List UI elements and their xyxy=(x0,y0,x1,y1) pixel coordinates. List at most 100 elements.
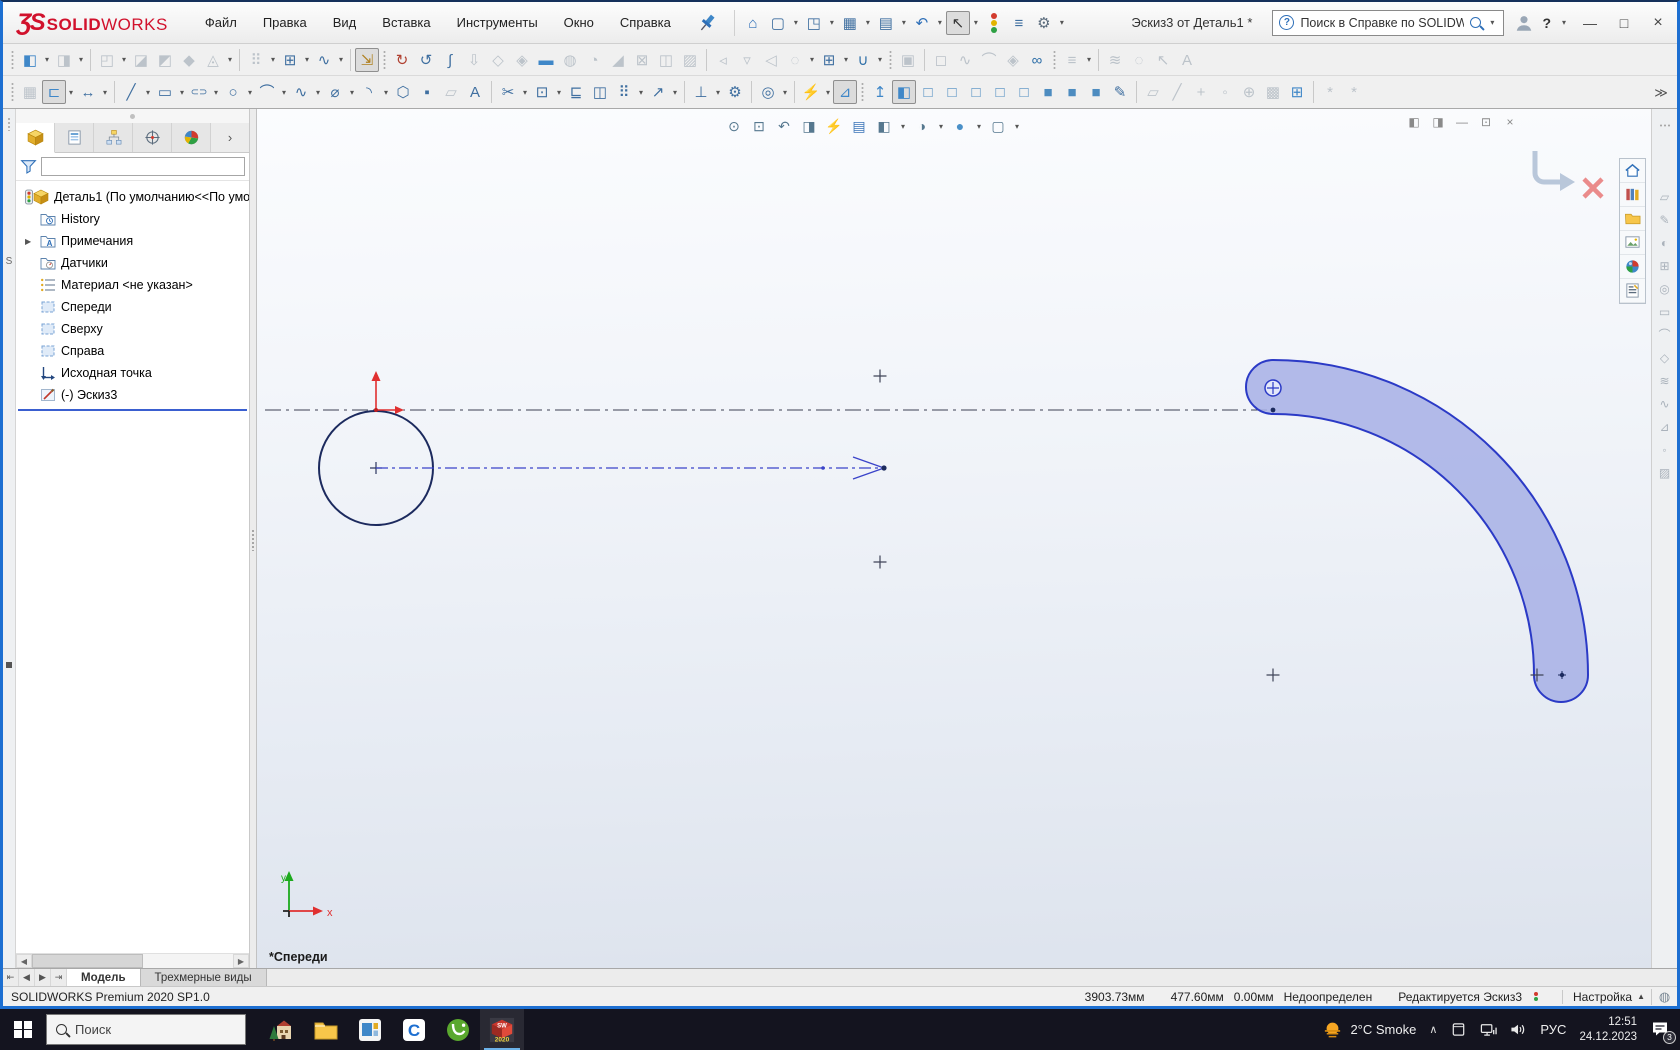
shaded-plane-icon[interactable]: ▬ xyxy=(534,48,558,72)
dimxpertmanager-tab[interactable] xyxy=(133,123,172,152)
print-icon[interactable]: ▤ xyxy=(874,11,898,35)
docked-tool-7-icon[interactable]: ⌒ xyxy=(1655,324,1675,344)
circle-dropdown-icon[interactable]: ▾ xyxy=(245,88,255,97)
view-tool-6-icon[interactable]: ⊠ xyxy=(630,48,654,72)
display-style-icon[interactable]: ◧ xyxy=(873,115,895,137)
pane-left-icon[interactable]: ◧ xyxy=(1405,113,1423,131)
reference-geometry-icon[interactable]: ⊞ xyxy=(278,48,302,72)
ink-select-icon[interactable]: ↖ xyxy=(1151,48,1175,72)
tray-expand-icon[interactable]: ∧ xyxy=(1429,1023,1437,1036)
help-dropdown-icon[interactable]: ▾ xyxy=(1559,18,1569,27)
display-relations-dropdown-icon[interactable]: ▾ xyxy=(713,88,723,97)
point-icon[interactable]: ▪ xyxy=(415,80,439,104)
convert-entities-dropdown-icon[interactable]: ▾ xyxy=(554,88,564,97)
scrollbar-track[interactable] xyxy=(32,954,233,968)
edit-component-icon[interactable]: ◧ xyxy=(18,48,42,72)
hide-show-items-dropdown-icon[interactable]: ▾ xyxy=(936,122,946,131)
offset-entities-icon[interactable]: ⊑ xyxy=(564,80,588,104)
sketch-grid-icon[interactable]: ▦ xyxy=(18,80,42,104)
ink-text-icon[interactable]: A xyxy=(1175,48,1199,72)
view-tool-2-icon[interactable]: ◈ xyxy=(510,48,534,72)
docked-tool-5-icon[interactable]: ◎ xyxy=(1655,278,1675,298)
polygon-icon[interactable]: ⬡ xyxy=(391,80,415,104)
toolbar-grip[interactable] xyxy=(10,81,15,103)
propertymanager-tab[interactable] xyxy=(55,123,94,152)
weather-widget[interactable]: 2°C Smoke xyxy=(1322,1019,1416,1040)
rotate-view-icon[interactable]: ↻ xyxy=(390,48,414,72)
boundary-boss-dropdown-icon[interactable]: ▾ xyxy=(225,55,235,64)
view-tool-7-icon[interactable]: ◫ xyxy=(654,48,678,72)
toolbar-grip[interactable] xyxy=(860,81,865,103)
panel-collapse-handle[interactable] xyxy=(16,109,249,123)
line-icon[interactable]: ╱ xyxy=(119,80,143,104)
tree-item-material[interactable]: Материал <не указан> xyxy=(16,274,249,296)
view-trimetric-icon[interactable]: ■ xyxy=(1084,80,1108,104)
docked-tool-13-icon[interactable]: ▨ xyxy=(1655,462,1675,482)
displaymanager-tab[interactable] xyxy=(172,123,211,152)
insert-component-dropdown-icon[interactable]: ▾ xyxy=(76,55,86,64)
ink-eraser-icon[interactable]: ◌ xyxy=(1127,48,1151,72)
docked-tool-12-icon[interactable]: ◦ xyxy=(1655,439,1675,459)
assembly-tool-3-icon[interactable]: ◁ xyxy=(759,48,783,72)
trim-entities-dropdown-icon[interactable]: ▾ xyxy=(520,88,530,97)
user-account-icon[interactable] xyxy=(1514,13,1534,33)
panel-splitter[interactable] xyxy=(250,109,257,968)
edit-appearance-icon[interactable]: ✎ xyxy=(1108,80,1132,104)
sketch-origin[interactable] xyxy=(372,371,405,414)
tab-scroll-1[interactable]: ◀ xyxy=(19,969,35,986)
docked-tool-9-icon[interactable]: ≋ xyxy=(1655,370,1675,390)
toolbar-grip[interactable] xyxy=(1052,49,1057,71)
docked-tool-3-icon[interactable]: ◐ xyxy=(1655,232,1675,252)
file-explorer-tab[interactable] xyxy=(1620,207,1645,231)
edit-scene-icon[interactable]: ● xyxy=(949,115,971,137)
taskbar-search-box[interactable]: Поиск xyxy=(46,1014,246,1045)
section-view-icon[interactable]: ◨ xyxy=(798,115,820,137)
select-dropdown-icon[interactable]: ▾ xyxy=(971,18,981,27)
check-sketch-icon[interactable]: ◎ xyxy=(756,80,780,104)
surface-tool-icon[interactable]: ▣ xyxy=(896,48,920,72)
display-relations-icon[interactable]: ⊥ xyxy=(689,80,713,104)
hide-show-items-icon[interactable]: ◑ xyxy=(911,115,933,137)
evaluate-tool-4-icon[interactable]: ◈ xyxy=(1001,48,1025,72)
search-dropdown-icon[interactable]: ▾ xyxy=(1487,18,1497,27)
convert-entities-icon[interactable]: ⊡ xyxy=(530,80,554,104)
quick-tips-icon[interactable]: ◍ xyxy=(1651,989,1677,1005)
curves-icon[interactable]: ∿ xyxy=(312,48,336,72)
repair-sketch-icon[interactable]: ⚙ xyxy=(723,80,747,104)
custom-properties-tab[interactable] xyxy=(1620,279,1645,303)
configurationmanager-tab[interactable] xyxy=(94,123,133,152)
corner-rectangle-icon[interactable]: ▭ xyxy=(153,80,177,104)
view-front-icon[interactable]: ◧ xyxy=(892,80,916,104)
taskbar-photos-app-icon[interactable] xyxy=(348,1009,392,1050)
arc-icon[interactable]: ⌒ xyxy=(255,80,279,104)
rollback-bar[interactable] xyxy=(18,409,247,411)
feature-pattern-icon[interactable]: ⠿ xyxy=(244,48,268,72)
design-library-tab[interactable] xyxy=(1620,183,1645,207)
view-tool-5-icon[interactable]: ◢ xyxy=(606,48,630,72)
straight-slot-dropdown-icon[interactable]: ▾ xyxy=(211,88,221,97)
taskbar-solidworks-icon[interactable]: SW2020 xyxy=(480,1009,524,1050)
solidworks-resources-tab[interactable] xyxy=(1620,159,1645,183)
search-icon[interactable] xyxy=(1470,17,1481,28)
extruded-boss-dropdown-icon[interactable]: ▾ xyxy=(119,55,129,64)
assembly-tool-4-dropdown-icon[interactable]: ▾ xyxy=(807,55,817,64)
boundary-boss-icon[interactable]: ◬ xyxy=(201,48,225,72)
options-dropdown-icon[interactable]: ▾ xyxy=(1057,18,1067,27)
tab-трехмерные-виды[interactable]: Трехмерные виды xyxy=(141,969,267,986)
tab-scroll-0[interactable]: ⇤ xyxy=(3,969,19,986)
taskbar-file-explorer-icon[interactable] xyxy=(304,1009,348,1050)
clock[interactable]: 12:51 24.12.2023 xyxy=(1579,1015,1637,1045)
straight-slot-icon[interactable]: ⊂⊃ xyxy=(187,80,211,104)
view-settings-icon[interactable]: ▢ xyxy=(987,115,1009,137)
move-entities-icon[interactable]: ↗ xyxy=(646,80,670,104)
curves-dropdown-icon[interactable]: ▾ xyxy=(336,55,346,64)
undo-dropdown-icon[interactable]: ▾ xyxy=(935,18,945,27)
view-right-icon[interactable]: □ xyxy=(964,80,988,104)
print-dropdown-icon[interactable]: ▾ xyxy=(899,18,909,27)
pane-right-icon[interactable]: ◨ xyxy=(1429,113,1447,131)
pin-menu-icon[interactable] xyxy=(696,12,718,34)
taskbar-c-app-icon[interactable]: C xyxy=(392,1009,436,1050)
smart-dimension-icon[interactable]: ↔ xyxy=(76,80,100,104)
menu-вид[interactable]: Вид xyxy=(322,10,368,35)
featuremanager-tab[interactable] xyxy=(16,123,55,153)
